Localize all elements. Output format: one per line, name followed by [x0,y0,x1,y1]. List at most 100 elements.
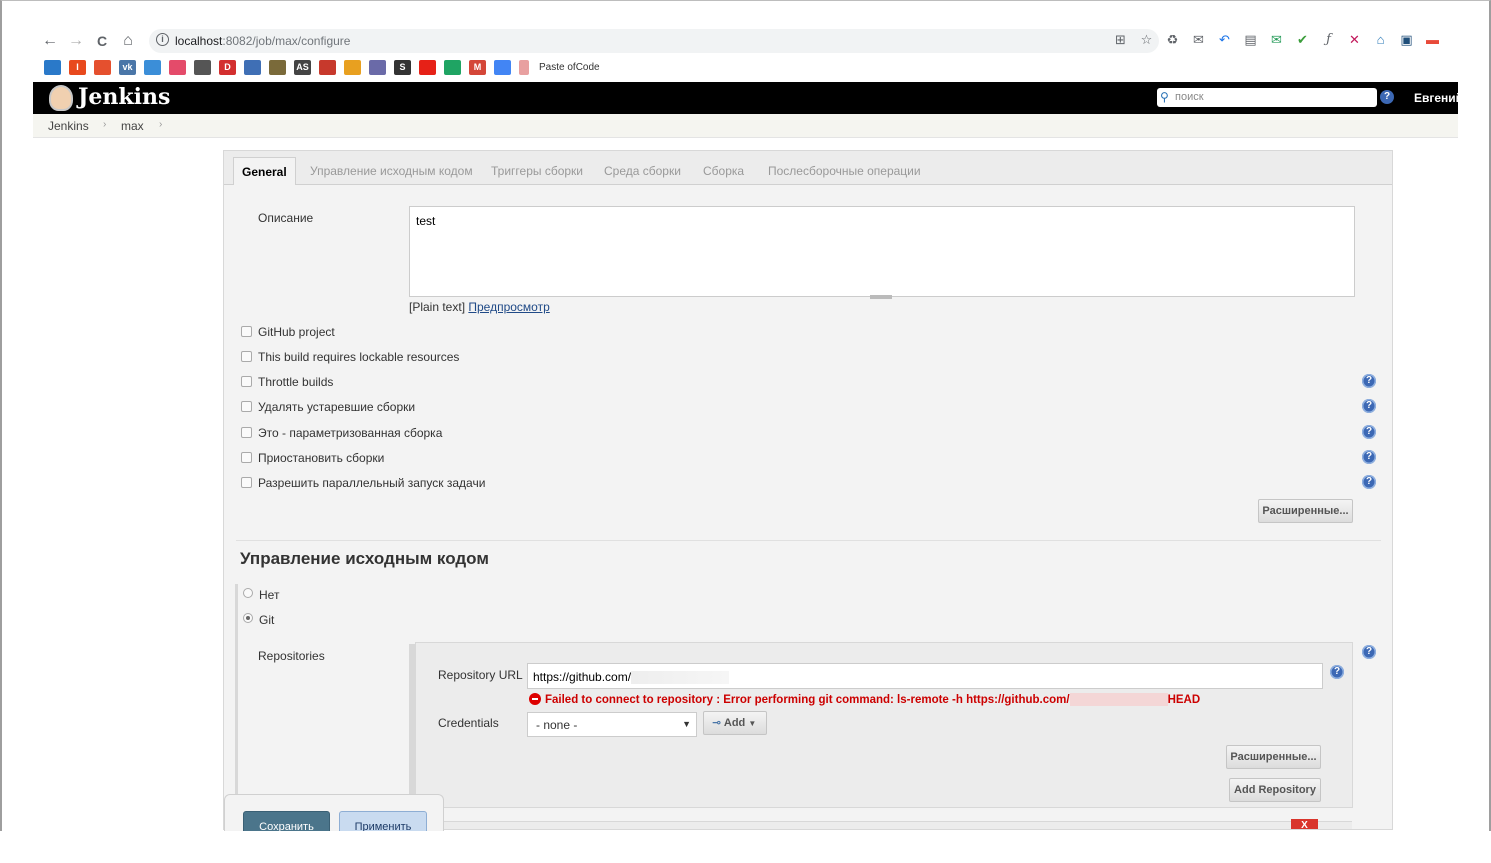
radio-none[interactable] [243,588,253,598]
help-icon[interactable]: ? [1362,450,1376,464]
repository-url-help-icon[interactable]: ? [1330,665,1344,679]
email-ext-icon[interactable]: ✉ [1268,31,1285,48]
bookmark-note-icon[interactable] [344,59,361,75]
bookmark-twitter-icon[interactable] [44,59,61,75]
bookmark-translate-icon[interactable] [494,59,511,75]
add-repository-button[interactable]: Add Repository [1229,778,1321,802]
radio-git[interactable] [243,613,253,623]
section-divider [236,540,1381,541]
repository-url-input[interactable]: https://github.com/ [527,663,1323,689]
preview-link[interactable]: Предпросмотр [468,300,549,314]
forward-arrow-icon[interactable]: → [66,31,86,51]
repo-advanced-button[interactable]: Расширенные... [1226,745,1321,769]
delete-button[interactable]: X [1291,819,1318,829]
formula-icon[interactable]: ƒ [1320,31,1337,48]
bookmark-youtube-icon[interactable] [419,59,436,75]
key-icon: ⊸ [712,717,722,729]
jenkins-header: Jenkins ⚲ поиск ? Евгений [33,82,1463,114]
translate-icon[interactable]: ⊞ [1112,31,1129,48]
next-repository-row [444,821,1352,829]
description-label: Описание [258,211,314,225]
bookmark-paste-label[interactable]: Paste ofCode [539,62,600,73]
bookmark-mask-icon[interactable] [369,59,386,75]
address-bar[interactable]: i localhost:8082/job/max/configure [149,29,1159,53]
back-arrow-icon[interactable]: ← [40,31,60,51]
info-icon[interactable]: i [156,33,169,46]
print-icon[interactable]: ▤ [1242,31,1259,48]
help-icon[interactable]: ? [1362,399,1376,413]
general-advanced-button[interactable]: Расширенные... [1258,499,1353,523]
bookmark-vk-icon[interactable]: vk [119,59,136,75]
home-icon[interactable]: ⌂ [118,31,138,51]
breadcrumb-separator-icon: › [159,119,163,130]
bookmark-flower-icon[interactable] [169,59,186,75]
checkbox[interactable] [241,326,252,337]
window-ext-icon[interactable]: ▣ [1398,31,1415,48]
bookmark-guitar-icon[interactable] [269,59,286,75]
tab-general[interactable]: General [233,157,296,185]
breadcrumb-max[interactable]: max [121,119,144,133]
add-credentials-button[interactable]: ⊸ Add ▼ [703,711,767,735]
bookmark-star-icon[interactable] [319,59,336,75]
tab-build[interactable]: Сборка [703,164,744,178]
cross-ext-icon[interactable]: ✕ [1346,31,1363,48]
bookmark-grid-icon[interactable] [194,59,211,75]
reload-icon[interactable]: C [92,31,112,51]
bookmark-s-icon[interactable]: S [394,59,411,75]
star-icon[interactable]: ☆ [1138,31,1155,48]
repositories-help-icon[interactable]: ? [1362,645,1376,659]
checkbox[interactable] [241,351,252,362]
tab-triggers[interactable]: Триггеры сборки [491,164,583,178]
checkbox[interactable] [241,477,252,488]
tab-environment[interactable]: Среда сборки [604,164,681,178]
checkbox[interactable] [241,376,252,387]
search-box[interactable]: ⚲ поиск [1157,88,1377,107]
description-textarea[interactable]: test [409,206,1355,297]
checkbox[interactable] [241,452,252,463]
bookmark-gmail-icon[interactable]: M [469,59,486,75]
chevron-down-icon: ▼ [682,719,691,729]
tab-scm[interactable]: Управление исходным кодом [310,164,473,178]
off-ext-icon[interactable]: ⌂ [1372,31,1389,48]
checkbox-label: Приостановить сборки [258,451,385,465]
textarea-resize-grip[interactable] [870,295,892,299]
help-icon[interactable]: ? [1362,475,1376,489]
error-text: Failed to connect to repository : Error … [545,694,1070,706]
checkbox-label: Throttle builds [258,375,334,389]
bookmark-pocket-icon[interactable] [94,59,111,75]
browser-toolbar: ← → C ⌂ i localhost:8082/job/max/configu… [35,28,1458,54]
bookmark-bird-icon[interactable] [144,59,161,75]
bookmark-book-icon[interactable] [244,59,261,75]
config-tabs: General Управление исходным кодом Тригге… [224,151,1392,185]
breadcrumb-separator-icon: › [103,119,107,130]
bookmark-i-icon[interactable]: I [69,59,86,75]
breadcrumb-jenkins[interactable]: Jenkins [48,119,89,133]
mail-icon[interactable]: ✉ [1190,31,1207,48]
checkbox[interactable] [241,427,252,438]
bookmark-drive-icon[interactable] [444,59,461,75]
chevron-down-icon: ▼ [748,719,757,728]
jenkins-logo-icon[interactable] [49,85,73,111]
user-name[interactable]: Евгений [1414,91,1463,105]
bookmark-as-icon[interactable]: AS [294,59,311,75]
url-text: localhost:8082/job/max/configure [175,34,350,48]
redacted-block [631,671,730,685]
credentials-select[interactable]: - none - ▼ [527,712,697,737]
save-button[interactable]: Сохранить [243,811,330,833]
check-icon[interactable]: ✔ [1294,31,1311,48]
help-icon[interactable]: ? [1362,374,1376,388]
tab-post-build[interactable]: Послесборочные операции [768,164,921,178]
help-icon[interactable]: ? [1362,425,1376,439]
jenkins-title[interactable]: Jenkins [78,84,170,110]
bookmark-d-icon[interactable]: D [219,59,236,75]
radio-git-label: Git [259,613,275,627]
error-icon [529,693,541,705]
bookmark-paste-icon[interactable] [519,59,529,75]
header-help-icon[interactable]: ? [1380,90,1394,104]
undo-icon[interactable]: ↶ [1216,31,1233,48]
recycle-icon[interactable]: ♻ [1164,31,1181,48]
badge-ext-icon[interactable]: ▬ [1424,31,1441,48]
credentials-label: Credentials [438,716,499,730]
checkbox[interactable] [241,401,252,412]
apply-button[interactable]: Применить [339,811,427,833]
